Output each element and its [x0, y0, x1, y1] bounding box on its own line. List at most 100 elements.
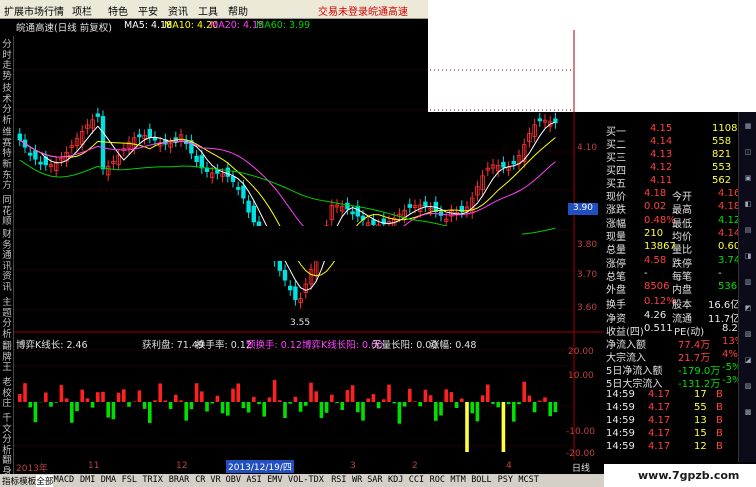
indicator-tab[interactable]: FSL	[122, 475, 137, 485]
indicator-bar	[64, 398, 69, 402]
bid-price: 4.11	[650, 175, 673, 186]
indicator-tab[interactable]: OBV	[226, 475, 241, 485]
toolbar-icon[interactable]: ◧	[741, 200, 755, 212]
tick-price: 4.17	[648, 402, 671, 413]
candle-body	[194, 155, 199, 162]
indicator-tab[interactable]: TRIX	[142, 475, 162, 485]
bid-volume: 821	[712, 149, 732, 160]
candle-body	[350, 211, 355, 215]
indicator-long-yang: 博弈K线长阳: 0.00	[302, 340, 384, 351]
indicator-tab[interactable]: 全部	[36, 475, 54, 487]
indicator-bar	[356, 402, 360, 413]
candle-body	[95, 113, 100, 117]
menu-item-features[interactable]: 特色	[108, 3, 128, 18]
tab-tonghuashun[interactable]: 同花顺	[1, 195, 13, 228]
tab-fanpaiwang[interactable]: 翻牌王	[1, 341, 13, 374]
indicator-tab[interactable]: WR	[352, 475, 362, 485]
price-axis-label: 3.80	[577, 240, 598, 250]
indicator-profit: 获利盘: 71.49	[142, 340, 204, 351]
tick-side: B	[716, 402, 723, 413]
stat-value: 4.14	[718, 227, 741, 239]
indicator-bar	[387, 384, 391, 402]
toolbar-icon[interactable]: ▣	[741, 174, 755, 186]
indicator-tab[interactable]: VR	[210, 475, 220, 485]
indicator-tab[interactable]: KDJ	[388, 475, 403, 485]
indicator-axis-label: 20.00	[568, 347, 594, 357]
tab-weisaite[interactable]: 维赛特	[1, 127, 13, 160]
indicator-bar	[18, 394, 22, 402]
bid-row: 买三 4.13 821	[604, 149, 738, 164]
bid-volume: 1108	[712, 123, 738, 134]
tick-row: 14:59 4.17 13 B	[604, 415, 738, 427]
login-status[interactable]: 交易未登录	[318, 3, 368, 18]
toolbar-icon[interactable]: ▧	[741, 330, 755, 342]
indicator-bar	[49, 402, 53, 407]
indicator-tab[interactable]: VOL-TDX	[288, 475, 324, 485]
indicator-tab[interactable]: ROC	[430, 475, 445, 485]
tick-row: 14:59 4.17 12 B	[604, 441, 738, 453]
indicator-tab[interactable]: CR	[195, 475, 205, 485]
indicator-tab[interactable]: DMI	[80, 475, 95, 485]
price-axis-label: 3.70	[577, 270, 598, 280]
indicator-tab[interactable]: 指标	[2, 475, 19, 487]
toolbar-icon[interactable]: ◨	[741, 252, 755, 264]
indicator-tab[interactable]: SAR	[367, 475, 382, 485]
ma-line	[19, 159, 556, 236]
menu-item-bar[interactable]: 项栏	[72, 3, 92, 18]
indicator-bar	[324, 402, 329, 413]
menu-item-news[interactable]: 资讯	[168, 3, 188, 18]
indicator-bar	[506, 402, 511, 405]
indicator-tab[interactable]: RSI	[331, 475, 346, 485]
indicator-tab[interactable]: BRAR	[169, 475, 189, 485]
toolbar-icon[interactable]: ▥	[741, 278, 755, 290]
tab-theme[interactable]: 主题分析	[1, 297, 13, 340]
indicator-tab[interactable]: ASI	[246, 475, 261, 485]
tab-news[interactable]: 资讯	[1, 271, 13, 293]
indicator-tab[interactable]: MACD	[54, 475, 74, 485]
period-label[interactable]: 日线	[572, 461, 590, 474]
income-row: 收益(四) 0.511 PE(动) 8.2	[606, 323, 738, 338]
menu-item-pingan[interactable]: 平安	[138, 3, 158, 18]
toolbar-icon[interactable]: ▩	[741, 408, 755, 420]
indicator-tab[interactable]: MTM	[450, 475, 465, 485]
tab-qianwen[interactable]: 千文分析	[1, 413, 13, 456]
indicator-tab[interactable]: MCST	[518, 475, 538, 485]
toolbar-icon[interactable]: ◫	[741, 148, 755, 160]
toolbar-icon[interactable]: ◪	[741, 356, 755, 368]
indicator-tab[interactable]: CCI	[409, 475, 424, 485]
toolbar-icon[interactable]: ▦	[741, 122, 755, 134]
toolbar-icon[interactable]: ▤	[741, 226, 755, 238]
candle-body	[345, 202, 350, 210]
indicator-bar	[434, 402, 438, 421]
indicator-tab[interactable]: PSY	[498, 475, 513, 485]
tick-side: B	[716, 415, 723, 426]
indicator-tab[interactable]: BOLL	[471, 475, 491, 485]
indicator-bar	[272, 380, 277, 402]
toolbar-icon[interactable]: ▨	[741, 382, 755, 394]
indicator-bar	[309, 382, 313, 402]
tick-volume: 13	[694, 415, 707, 426]
toolbar-icon[interactable]: ◩	[741, 304, 755, 316]
indicator-tab[interactable]: DMA	[101, 475, 116, 485]
stat-label: 内盘	[672, 285, 692, 297]
indicator-tab[interactable]: EMV	[267, 475, 282, 485]
menu-item-extended-market[interactable]: 扩展市场行情	[4, 3, 64, 18]
indicator-bar	[553, 402, 558, 413]
candle-body	[100, 116, 106, 170]
time-axis-month: 3	[350, 461, 356, 471]
indicator-bar	[298, 402, 303, 412]
tick-row: 14:59 4.17 17 B	[604, 389, 738, 401]
tab-finance[interactable]: 财务通讯	[1, 229, 13, 272]
stat-value: 8506	[644, 281, 670, 293]
candle-body	[230, 176, 236, 182]
indicator-tab[interactable]: 模板	[19, 475, 36, 487]
indicator-bar	[288, 402, 292, 404]
tab-technical[interactable]: 技术分析	[1, 83, 13, 126]
menu-item-tools[interactable]: 工具	[198, 3, 218, 18]
menu-item-help[interactable]: 帮助	[228, 3, 248, 18]
candle-body	[147, 129, 152, 138]
tab-intraday[interactable]: 分时走势	[1, 39, 13, 82]
tab-laoxiaozhuang[interactable]: 老校庄	[1, 377, 13, 410]
tab-xindongfang[interactable]: 新东方	[1, 159, 13, 192]
bid-volume: 562	[712, 175, 732, 186]
